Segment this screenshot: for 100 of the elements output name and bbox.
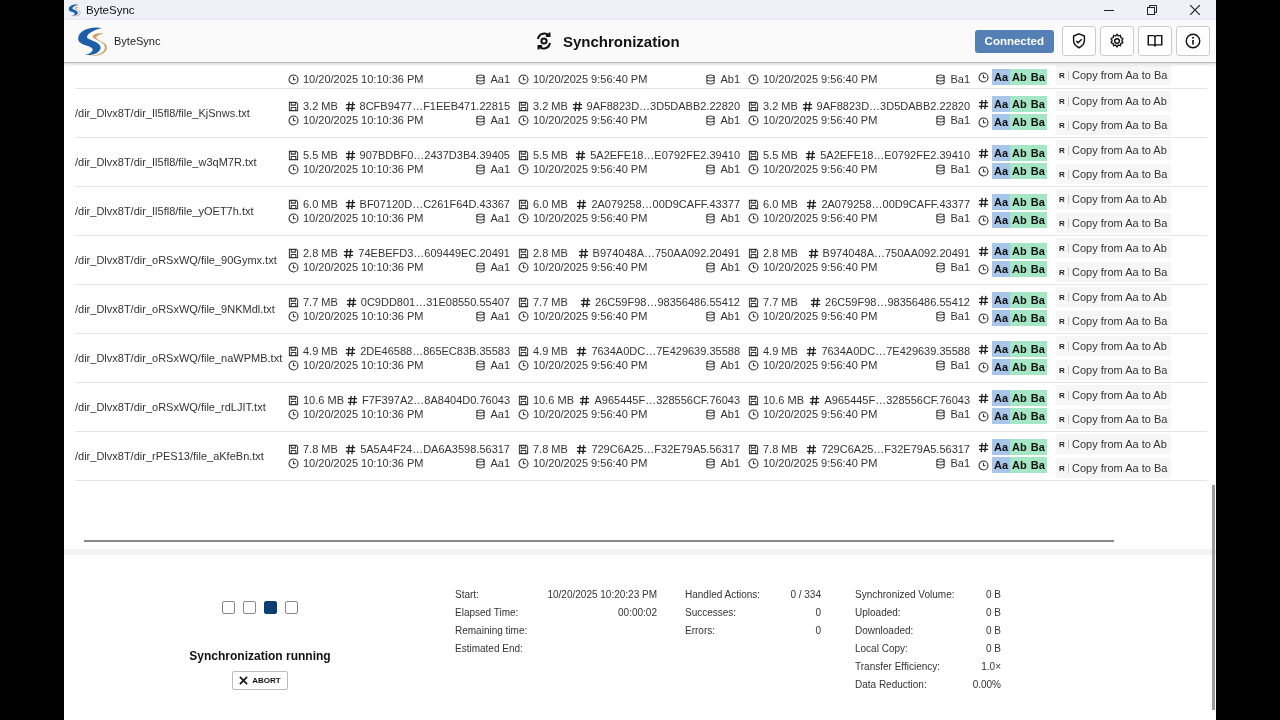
modified-date: 10/20/2025 9:56:40 PM bbox=[533, 73, 648, 85]
location-name: Ba1 bbox=[950, 261, 970, 273]
file-hash: 26C59F98…98356486.55412 bbox=[825, 296, 970, 308]
action-item[interactable]: R Copy from Aa to Ba bbox=[1056, 360, 1171, 380]
location-name: Ab1 bbox=[720, 261, 740, 273]
file-hash: 8CFB9477…F1EEB471.22815 bbox=[359, 100, 510, 112]
action-flag: R bbox=[1056, 292, 1069, 302]
action-item[interactable]: R Copy from Aa to Ba bbox=[1056, 311, 1171, 331]
book-button[interactable] bbox=[1138, 26, 1172, 56]
file-size: 2.8 MB bbox=[533, 247, 568, 259]
location-badge: Aa bbox=[992, 457, 1011, 473]
hash-icon bbox=[345, 345, 357, 357]
file-size: 7.7 MB bbox=[763, 296, 798, 308]
action-item[interactable]: R Copy from Aa to Ab bbox=[1056, 91, 1171, 111]
abort-button[interactable]: ABORT bbox=[232, 671, 288, 690]
hash-icon bbox=[580, 296, 592, 308]
shield-button[interactable] bbox=[1062, 26, 1096, 56]
database-icon bbox=[705, 73, 717, 85]
action-item[interactable]: R Copy from Aa to Ab bbox=[1056, 238, 1171, 258]
file-path: /dir_Dlvx8T/dir_oRSxWQ/file_9NKMdl.txt bbox=[75, 303, 275, 315]
file-path: /dir_Dlvx8T/dir_Il5fl8/file_yOET7h.txt bbox=[75, 205, 254, 217]
file-path: /dir_Dlvx8T/dir_Il5fl8/file_KjSnws.txt bbox=[75, 107, 250, 119]
location-badge: Ab bbox=[1010, 457, 1029, 473]
file-size: 10.6 MB bbox=[763, 394, 804, 406]
action-item[interactable]: R Copy from Aa to Ab bbox=[1056, 140, 1171, 160]
action-item[interactable]: R Copy from Aa to Ab bbox=[1056, 385, 1171, 405]
action-item[interactable]: R Copy from Aa to Ab bbox=[1056, 434, 1171, 454]
vertical-scrollbar[interactable] bbox=[1212, 485, 1215, 710]
connection-status-button[interactable]: Connected bbox=[974, 29, 1054, 53]
action-item[interactable]: R Copy from Aa to Ba bbox=[1056, 213, 1171, 233]
info-button[interactable] bbox=[1176, 26, 1210, 56]
location-badge: Aa bbox=[992, 292, 1011, 308]
database-icon bbox=[935, 212, 947, 224]
modified-date: 10/20/2025 9:56:40 PM bbox=[763, 163, 878, 175]
file-hash: 0C9DD801…31E08550.55407 bbox=[360, 296, 510, 308]
file-size: 2.8 MB bbox=[763, 247, 798, 259]
database-icon bbox=[935, 163, 947, 175]
action-flag: R bbox=[1056, 439, 1069, 449]
stat-label: Local Copy: bbox=[855, 643, 908, 655]
location-badge: Ab bbox=[1010, 243, 1029, 259]
database-icon bbox=[475, 408, 487, 420]
file-path: /dir_Dlvx8T/dir_rPES13/file_aKfeBn.txt bbox=[75, 450, 264, 462]
location-badge: Aa bbox=[992, 212, 1011, 228]
file-size: 7.8 MB bbox=[533, 443, 568, 455]
hash-icon bbox=[575, 149, 587, 161]
action-label: Copy from Aa to Ba bbox=[1072, 266, 1168, 278]
modified-date: 10/20/2025 9:56:40 PM bbox=[533, 163, 648, 175]
database-icon bbox=[475, 261, 487, 273]
action-item[interactable]: R Copy from Aa to Ab bbox=[1056, 336, 1171, 356]
stat-label: Downloaded: bbox=[855, 625, 914, 637]
location-badge: Ab bbox=[1010, 96, 1029, 112]
hash-icon bbox=[801, 100, 813, 112]
location-name: Ba1 bbox=[950, 73, 970, 85]
file-size: 7.7 MB bbox=[303, 296, 338, 308]
hash-icon bbox=[344, 149, 356, 161]
location-badge: Ab bbox=[1010, 310, 1029, 326]
action-item[interactable]: R Copy from Aa to Ba bbox=[1056, 458, 1171, 478]
location-name: Ab1 bbox=[720, 114, 740, 126]
location-name: Ba1 bbox=[950, 163, 970, 175]
file-hash: A965445F…328556CF.76043 bbox=[824, 394, 970, 406]
hash-icon bbox=[978, 343, 989, 355]
action-item[interactable]: R Copy from Aa to Ab bbox=[1056, 189, 1171, 209]
horizontal-scrollbar[interactable] bbox=[84, 540, 1114, 542]
location-name: Aa1 bbox=[490, 359, 510, 371]
action-item[interactable]: R Copy from Aa to Ba bbox=[1056, 164, 1171, 184]
hash-icon bbox=[344, 100, 356, 112]
file-size: 10.6 MB bbox=[533, 394, 574, 406]
file-path: /dir_Dlvx8T/dir_oRSxWQ/file_naWPMB.txt bbox=[75, 352, 283, 364]
database-icon bbox=[705, 261, 717, 273]
file-hash: 74EBEFD3…609449EC.20491 bbox=[358, 247, 510, 259]
stat-value: 1.0× bbox=[981, 661, 1001, 673]
modified-date: 10/20/2025 9:56:40 PM bbox=[533, 408, 648, 420]
location-badge: Aa bbox=[992, 145, 1011, 161]
stat-value: 10/20/2025 10:20:23 PM bbox=[547, 589, 657, 601]
location-name: Ba1 bbox=[950, 310, 970, 322]
clock-icon bbox=[518, 73, 529, 85]
modified-date: 10/20/2025 10:10:36 PM bbox=[303, 457, 424, 469]
database-icon bbox=[475, 114, 487, 126]
file-hash: 7634A0DC…7E429639.35588 bbox=[591, 345, 740, 357]
location-badge: Aa bbox=[992, 114, 1011, 130]
hash-icon bbox=[810, 296, 822, 308]
file-size: 7.7 MB bbox=[533, 296, 568, 308]
action-flag: R bbox=[1056, 96, 1069, 106]
clock-icon bbox=[288, 359, 299, 371]
database-icon bbox=[705, 457, 717, 469]
stat-value: 0.00% bbox=[972, 679, 1001, 691]
action-item[interactable]: R Copy from Aa to Ba bbox=[1056, 409, 1171, 429]
location-badge: Ab bbox=[1010, 212, 1029, 228]
clock-icon bbox=[288, 73, 299, 85]
action-flag: R bbox=[1056, 414, 1069, 424]
settings-icon bbox=[1108, 32, 1126, 50]
action-item[interactable]: R Copy from Aa to Ab bbox=[1056, 287, 1171, 307]
file-hash: 5A5A4F24…DA6A3598.56317 bbox=[360, 443, 510, 455]
location-name: Aa1 bbox=[490, 73, 510, 85]
action-item[interactable]: R Copy from Aa to Ba bbox=[1056, 65, 1171, 85]
hash-icon bbox=[978, 392, 989, 404]
settings-button[interactable] bbox=[1100, 26, 1134, 56]
action-item[interactable]: R Copy from Aa to Ba bbox=[1056, 115, 1171, 135]
action-flag: R bbox=[1056, 120, 1069, 130]
action-item[interactable]: R Copy from Aa to Ba bbox=[1056, 262, 1171, 282]
